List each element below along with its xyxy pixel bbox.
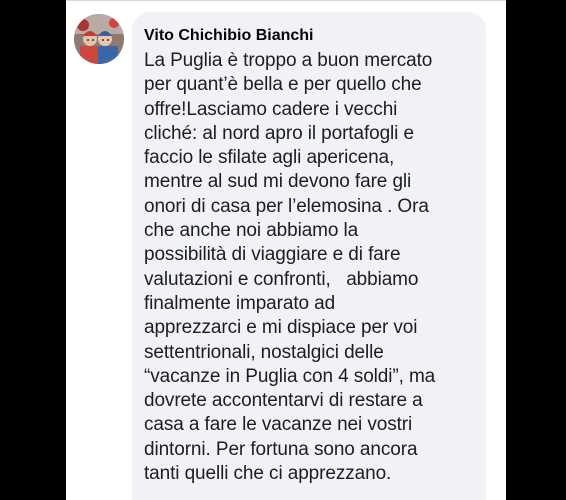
comment-bubble: Vito Chichibio Bianchi La Puglia è tropp… [132,12,486,500]
comment-line: cliché: al nord apro il portafogli e [144,122,414,144]
avatar[interactable] [74,14,124,64]
comment-line: offre!Lasciamo cadere i vecchi [144,98,398,120]
comment-line: per quant’è bella e per quello che [144,74,422,96]
comment-line: valutazioni e confronti, abbiamo [144,268,419,290]
comment-line: faccio le sfilate agli apericena, [144,147,395,169]
divider [66,0,506,1]
comment-line: finalmente imparato ad [144,292,336,314]
comment-text: La Puglia è troppo a buon mercato per qu… [144,49,486,486]
comment-line: “vacanze in Puglia con 4 soldi”, ma [144,365,436,387]
comment-line: tanti quelli che ci apprezzano. [144,463,392,485]
comment-line: casa a fare le vacanze nei vostri [144,414,413,436]
comment-line: mentre al sud mi devono fare gli [144,171,412,193]
comment-line: onori di casa per l’elemosina . Ora [144,195,429,217]
comment-line: dintorni. Per fortuna sono ancora [144,438,418,460]
comment-line: apprezzarci e mi dispiace per voi [144,317,418,339]
comment-line: che anche noi abbiamo la [144,220,359,242]
comment-line: settentrionali, nostalgici delle [144,341,384,363]
comment-line: dovrete accontentarvi di restare a [144,390,423,412]
comment-author[interactable]: Vito Chichibio Bianchi [144,26,486,46]
comment-line: La Puglia è troppo a buon mercato [144,50,433,71]
avatar-photo [74,14,124,64]
comment-line: possibilità di viaggiare e di fare [144,244,401,266]
